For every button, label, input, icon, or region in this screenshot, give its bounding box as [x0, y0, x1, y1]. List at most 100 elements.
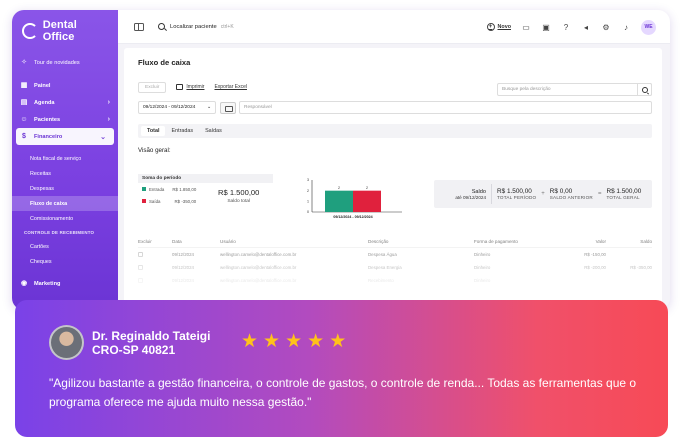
col-usuario: Usuário — [220, 239, 236, 244]
table-row[interactable]: 09/12/2024 wellington.camelo@dentaloffic… — [138, 248, 652, 261]
col-data: Data — [172, 239, 182, 244]
megaphone-icon: ◉ — [20, 279, 28, 287]
col-forma-pagamento: Forma de pagamento — [474, 239, 518, 244]
sidebar-item-tour[interactable]: ✧ Tour de novidades — [12, 54, 118, 71]
star-icon: ★ — [307, 331, 325, 352]
tab-saidas[interactable]: Saídas — [199, 126, 228, 136]
new-button[interactable]: + Novo — [486, 23, 511, 31]
bell-icon[interactable]: ♪ — [621, 23, 631, 32]
y-tick-label: 1 — [307, 200, 309, 204]
brand[interactable]: Dental Office — [12, 10, 118, 43]
author-name: Dr. Reginaldo Tateigi — [92, 328, 211, 343]
sidebar: Dental Office ✧ Tour de novidades ▦ Pain… — [12, 10, 118, 310]
period-total-label: TOTAL PERÍODO — [497, 195, 537, 200]
date-range-value: 09/12/2024 - 09/12/2024 — [143, 105, 196, 110]
equals-sign: = — [597, 191, 602, 197]
author-registry: CRO-SP 40821 — [92, 342, 176, 357]
sidebar-item-label: Painel — [34, 82, 51, 89]
sidebar-sub-nota-fiscal[interactable]: Nota fiscal de serviço — [12, 151, 118, 166]
previous-balance-value: R$ 0,00 — [549, 188, 573, 195]
sidebar-sub-fluxo-de-caixa[interactable]: Fluxo de caixa — [12, 196, 118, 211]
delete-button[interactable]: Excluir — [138, 81, 167, 93]
shortcut-hint: ctrl+K — [220, 23, 234, 30]
row-checkbox[interactable] — [138, 251, 143, 257]
sidebar-item-agenda[interactable]: ▤ Agenda › — [12, 94, 118, 111]
row-checkbox[interactable] — [138, 277, 143, 283]
wallet-icon[interactable]: ▣ — [541, 23, 551, 32]
sidebar-item-marketing[interactable]: ◉ Marketing — [12, 275, 118, 292]
camera-icon[interactable] — [220, 101, 236, 114]
sidebar-sub-cartoes[interactable]: Cartões — [12, 239, 118, 254]
sidebar-item-painel[interactable]: ▦ Painel — [12, 77, 118, 94]
col-excluir: Excluir — [138, 239, 152, 244]
y-tick-label: 2 — [307, 189, 309, 193]
data-label: 2 — [366, 186, 368, 190]
balance-date: até 09/12/2024 — [455, 194, 486, 200]
expense-value: R$ -350,00 — [174, 198, 197, 204]
chevron-down-icon: ⌄ — [206, 105, 211, 110]
plus-icon: + — [486, 23, 495, 31]
star-icon: ★ — [241, 331, 259, 352]
tab-entradas[interactable]: Entradas — [165, 126, 199, 136]
topbar-actions: + Novo ▭ ▣ ? ◂ ⚙ ♪ WE — [486, 10, 656, 44]
income-swatch — [142, 187, 146, 191]
bar-1 — [353, 190, 381, 212]
search-icon — [158, 23, 165, 30]
description-search-input[interactable]: Busque pela descrição — [497, 83, 652, 96]
grand-total-value: R$ 1.500,00 — [606, 188, 642, 195]
sidebar-item-label: Marketing — [34, 280, 61, 287]
search-icon[interactable] — [637, 83, 652, 96]
tab-total[interactable]: Total — [141, 126, 166, 136]
sidebar-sub-cheques[interactable]: Cheques — [12, 254, 118, 269]
sidebar-nav: ✧ Tour de novidades ▦ Painel ▤ Agenda › … — [12, 54, 118, 292]
cell-value: R$ -200,00 — [584, 265, 606, 270]
patient-search[interactable]: Localizar paciente ctrl+K — [158, 23, 234, 30]
print-label: Imprimir — [186, 84, 205, 90]
print-button[interactable]: Imprimir — [176, 84, 204, 90]
export-excel-button[interactable]: Exportar Excel — [214, 84, 247, 90]
calendar-icon[interactable]: ▭ — [521, 23, 531, 32]
star-icon: ★ — [263, 331, 281, 352]
y-tick-label: 0 — [307, 210, 309, 214]
cell-desc: Recebimento — [368, 278, 394, 283]
previous-balance-block: R$ 0,00 SALDO ANTERIOR — [550, 188, 593, 200]
cell-pay: Dinheiro — [474, 252, 491, 257]
cell-pay: Dinheiro — [474, 265, 491, 270]
total-label: Saldo total — [227, 199, 251, 204]
y-tick-label: 3 — [307, 178, 309, 182]
help-icon[interactable]: ? — [561, 23, 571, 32]
sidebar-item-label: Financeiro — [34, 133, 63, 140]
sidebar-sub-receitas[interactable]: Receitas — [12, 166, 118, 181]
income-label: Entrada — [149, 186, 165, 192]
logo-icon — [22, 23, 38, 39]
table-header: Excluir Data Usuário Descrição Forma de … — [138, 236, 652, 248]
chevron-right-icon: › — [107, 116, 110, 123]
announce-icon[interactable]: ◂ — [581, 23, 591, 32]
table-row[interactable]: 09/12/2024 wellington.camelo@dentaloffic… — [138, 261, 652, 274]
sidebar-toggle-icon[interactable] — [134, 22, 144, 31]
sidebar-sub-despesas[interactable]: Despesas — [12, 181, 118, 196]
expense-swatch — [142, 199, 146, 203]
table-row[interactable]: 09/12/2024 wellington.camelo@dentaloffic… — [138, 274, 652, 287]
new-button-label: Novo — [497, 24, 511, 30]
avatar[interactable]: WE — [641, 19, 656, 35]
responsible-field[interactable]: Responsável — [239, 101, 652, 114]
cell-desc: Despesa Energia — [368, 265, 402, 270]
author-photo — [49, 325, 84, 360]
cell-user: wellington.camelo@dentaloffice.com.br — [220, 265, 297, 270]
sidebar-sub-comissionamento[interactable]: Comissionamento — [12, 211, 118, 226]
sidebar-item-label: Pacientes — [34, 116, 61, 123]
brand-name: Dental Office — [42, 19, 77, 43]
grand-total-block: R$ 1.500,00 TOTAL GERAL — [606, 188, 641, 200]
date-range-select[interactable]: 09/12/2024 - 09/12/2024 ⌄ — [138, 101, 216, 114]
bar-0 — [325, 190, 353, 212]
testimonial-author: Dr. Reginaldo Tateigi CRO-SP 40821 — [49, 325, 210, 360]
settings-icon[interactable]: ⚙ — [601, 23, 611, 32]
patient-search-label: Localizar paciente — [170, 23, 217, 30]
row-checkbox[interactable] — [138, 264, 143, 270]
col-saldo: Saldo — [640, 239, 652, 244]
sidebar-item-pacientes[interactable]: ☺ Pacientes › — [12, 111, 118, 128]
sparkle-icon: ✧ — [21, 58, 27, 66]
printer-icon — [176, 84, 184, 90]
sidebar-item-financeiro[interactable]: $ Financeiro ⌄ — [16, 128, 114, 145]
